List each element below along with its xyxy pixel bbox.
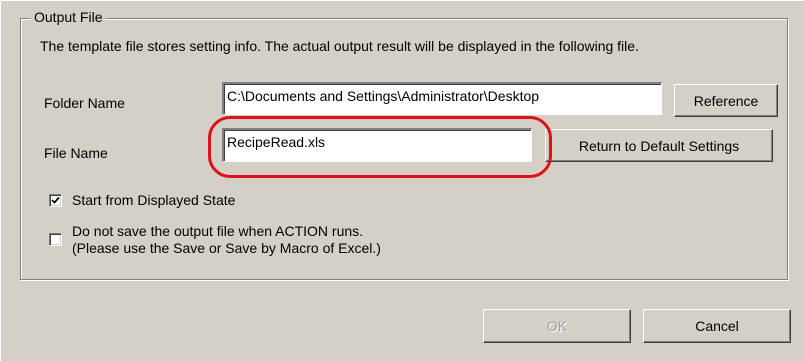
file-name-input[interactable]: RecipeRead.xls — [222, 128, 532, 162]
folder-name-label: Folder Name — [44, 95, 125, 111]
start-displayed-checkbox[interactable] — [49, 194, 62, 207]
reference-button[interactable]: Reference — [674, 84, 778, 117]
no-save-checkbox[interactable] — [49, 233, 62, 246]
description-text: The template file stores setting info. T… — [40, 38, 639, 54]
file-name-label: File Name — [44, 145, 108, 161]
start-displayed-label[interactable]: Start from Displayed State — [72, 192, 235, 208]
no-save-label[interactable]: Do not save the output file when ACTION … — [72, 223, 381, 257]
no-save-label-line1: Do not save the output file when ACTION … — [72, 223, 364, 239]
folder-name-input[interactable]: C:\Documents and Settings\Administrator\… — [222, 82, 662, 115]
checkmark-icon — [51, 196, 60, 204]
groupbox-title: Output File — [31, 9, 106, 25]
no-save-label-line2: (Please use the Save or Save by Macro of… — [72, 240, 381, 256]
cancel-button[interactable]: Cancel — [643, 309, 791, 343]
return-to-default-button[interactable]: Return to Default Settings — [545, 129, 773, 162]
ok-button[interactable]: OK — [483, 309, 631, 343]
